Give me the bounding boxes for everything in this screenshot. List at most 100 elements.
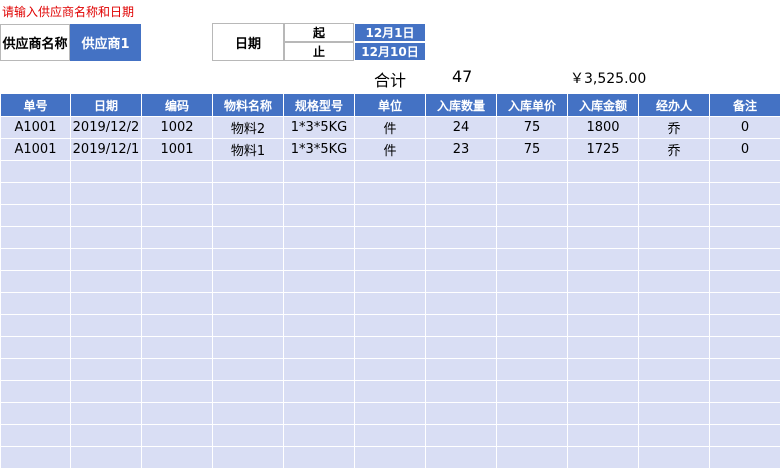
empty-cell[interactable] <box>142 271 213 293</box>
empty-cell[interactable] <box>568 359 639 381</box>
column-header[interactable]: 编码 <box>142 94 213 117</box>
empty-cell[interactable] <box>142 293 213 315</box>
empty-cell[interactable] <box>1 359 71 381</box>
table-cell[interactable]: A1001 <box>1 139 71 161</box>
empty-cell[interactable] <box>710 425 780 447</box>
table-cell[interactable]: 23 <box>426 139 497 161</box>
empty-cell[interactable] <box>1 271 71 293</box>
empty-cell[interactable] <box>497 381 568 403</box>
empty-cell[interactable] <box>71 293 142 315</box>
empty-cell[interactable] <box>71 249 142 271</box>
empty-cell[interactable] <box>142 403 213 425</box>
empty-cell[interactable] <box>710 183 780 205</box>
empty-cell[interactable] <box>639 315 710 337</box>
column-header[interactable]: 经办人 <box>639 94 710 117</box>
empty-cell[interactable] <box>497 249 568 271</box>
empty-cell[interactable] <box>213 381 284 403</box>
empty-cell[interactable] <box>497 425 568 447</box>
table-cell[interactable]: 1*3*5KG <box>284 139 355 161</box>
empty-cell[interactable] <box>71 425 142 447</box>
empty-cell[interactable] <box>284 381 355 403</box>
empty-cell[interactable] <box>568 293 639 315</box>
empty-cell[interactable] <box>710 249 780 271</box>
empty-cell[interactable] <box>710 447 780 469</box>
empty-cell[interactable] <box>284 359 355 381</box>
empty-cell[interactable] <box>426 381 497 403</box>
empty-cell[interactable] <box>568 315 639 337</box>
empty-cell[interactable] <box>71 183 142 205</box>
empty-cell[interactable] <box>142 183 213 205</box>
empty-cell[interactable] <box>710 293 780 315</box>
empty-cell[interactable] <box>639 359 710 381</box>
empty-cell[interactable] <box>213 447 284 469</box>
empty-cell[interactable] <box>426 183 497 205</box>
empty-cell[interactable] <box>213 249 284 271</box>
column-header[interactable]: 入库数量 <box>426 94 497 117</box>
empty-cell[interactable] <box>142 249 213 271</box>
empty-cell[interactable] <box>1 315 71 337</box>
empty-cell[interactable] <box>71 271 142 293</box>
empty-cell[interactable] <box>426 161 497 183</box>
empty-cell[interactable] <box>142 425 213 447</box>
empty-cell[interactable] <box>568 227 639 249</box>
empty-cell[interactable] <box>284 249 355 271</box>
empty-cell[interactable] <box>568 271 639 293</box>
table-cell[interactable]: 1001 <box>142 139 213 161</box>
column-header[interactable]: 入库金额 <box>568 94 639 117</box>
supplier-input[interactable]: 供应商1 <box>70 24 141 61</box>
table-cell[interactable]: 1800 <box>568 117 639 139</box>
table-cell[interactable]: 1002 <box>142 117 213 139</box>
empty-cell[interactable] <box>71 359 142 381</box>
empty-cell[interactable] <box>1 381 71 403</box>
empty-cell[interactable] <box>639 249 710 271</box>
empty-cell[interactable] <box>568 183 639 205</box>
empty-cell[interactable] <box>497 227 568 249</box>
empty-cell[interactable] <box>497 315 568 337</box>
empty-cell[interactable] <box>639 403 710 425</box>
empty-cell[interactable] <box>497 359 568 381</box>
empty-cell[interactable] <box>426 249 497 271</box>
empty-cell[interactable] <box>639 293 710 315</box>
empty-cell[interactable] <box>497 447 568 469</box>
empty-cell[interactable] <box>710 403 780 425</box>
date-to-input[interactable]: 12月10日 <box>354 42 426 61</box>
empty-cell[interactable] <box>497 293 568 315</box>
table-cell[interactable]: 件 <box>355 117 426 139</box>
empty-cell[interactable] <box>1 403 71 425</box>
empty-cell[interactable] <box>355 425 426 447</box>
table-cell[interactable]: 75 <box>497 139 568 161</box>
empty-cell[interactable] <box>639 183 710 205</box>
table-cell[interactable]: 1*3*5KG <box>284 117 355 139</box>
empty-cell[interactable] <box>355 227 426 249</box>
empty-cell[interactable] <box>284 161 355 183</box>
empty-cell[interactable] <box>710 227 780 249</box>
empty-cell[interactable] <box>426 205 497 227</box>
empty-cell[interactable] <box>213 205 284 227</box>
empty-cell[interactable] <box>426 403 497 425</box>
empty-cell[interactable] <box>355 447 426 469</box>
empty-cell[interactable] <box>497 161 568 183</box>
empty-cell[interactable] <box>426 227 497 249</box>
empty-cell[interactable] <box>142 447 213 469</box>
empty-cell[interactable] <box>355 183 426 205</box>
empty-cell[interactable] <box>1 249 71 271</box>
empty-cell[interactable] <box>284 425 355 447</box>
table-cell[interactable]: 75 <box>497 117 568 139</box>
empty-cell[interactable] <box>1 161 71 183</box>
empty-cell[interactable] <box>142 381 213 403</box>
empty-cell[interactable] <box>213 271 284 293</box>
empty-cell[interactable] <box>284 337 355 359</box>
table-cell[interactable]: 1725 <box>568 139 639 161</box>
table-cell[interactable]: 物料1 <box>213 139 284 161</box>
empty-cell[interactable] <box>710 271 780 293</box>
empty-cell[interactable] <box>710 205 780 227</box>
empty-cell[interactable] <box>355 249 426 271</box>
empty-cell[interactable] <box>568 425 639 447</box>
empty-cell[interactable] <box>284 205 355 227</box>
empty-cell[interactable] <box>639 271 710 293</box>
empty-cell[interactable] <box>142 205 213 227</box>
empty-cell[interactable] <box>355 315 426 337</box>
empty-cell[interactable] <box>71 381 142 403</box>
empty-cell[interactable] <box>497 403 568 425</box>
empty-cell[interactable] <box>71 315 142 337</box>
